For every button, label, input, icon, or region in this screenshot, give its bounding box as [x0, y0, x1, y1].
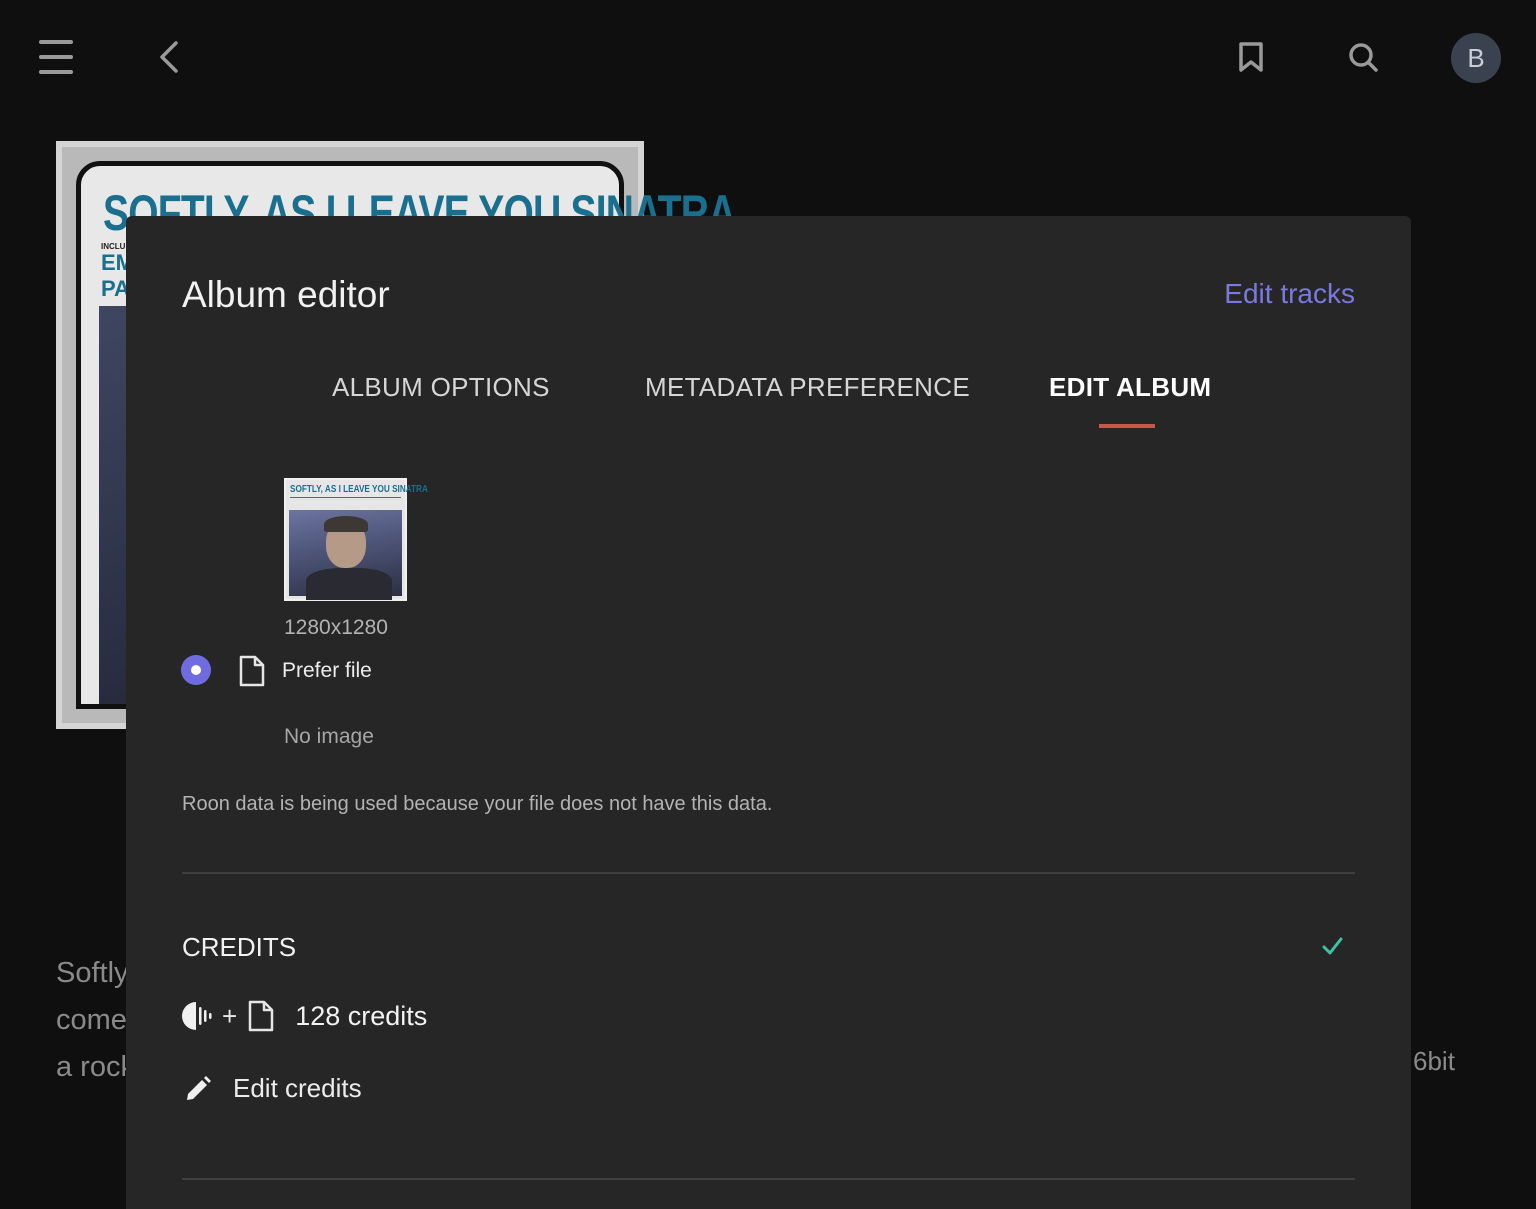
album-description-line: Softly [56, 957, 129, 989]
tab-album-options[interactable]: ALBUM OPTIONS [332, 372, 550, 403]
dialog-title: Album editor [182, 274, 390, 315]
section-divider [182, 872, 1355, 874]
file-icon [238, 654, 266, 688]
plus-sign: + [222, 1000, 238, 1031]
back-arrow-icon[interactable] [152, 38, 186, 76]
menu-icon[interactable] [38, 40, 74, 74]
credits-count: 128 credits [295, 1000, 428, 1031]
thumbnail-title: SOFTLY, AS I LEAVE YOU SINATRA [290, 484, 428, 495]
top-bar: B [0, 0, 1536, 115]
prefer-file-label[interactable]: Prefer file [282, 659, 372, 683]
roon-icon [182, 1000, 214, 1032]
album-description-line: a rock [56, 1051, 135, 1083]
tab-edit-album[interactable]: EDIT ALBUM [1049, 372, 1211, 403]
section-divider [182, 1178, 1355, 1180]
checkmark-icon [1321, 935, 1343, 957]
tab-metadata-preference[interactable]: METADATA PREFERENCE [645, 372, 970, 403]
file-icon [247, 999, 275, 1033]
search-icon[interactable] [1344, 38, 1382, 76]
album-art-thumbnail[interactable]: SOFTLY, AS I LEAVE YOU SINATRA [284, 478, 428, 601]
edit-credits-button[interactable]: Edit credits [182, 1068, 362, 1108]
bookmark-icon[interactable] [1234, 38, 1268, 76]
edit-credits-label: Edit credits [233, 1072, 362, 1103]
image-resolution: 1280x1280 [284, 616, 388, 639]
image-source-note: Roon data is being used because your fil… [182, 793, 773, 815]
no-image-option[interactable]: No image [284, 725, 374, 749]
active-tab-indicator [1099, 424, 1155, 428]
app-page: B SOFTLY, AS I LEAVE YOU SINATRA INCLUDI… [0, 0, 1536, 1209]
credits-summary: + 128 credits [182, 996, 427, 1036]
edit-tracks-link[interactable]: Edit tracks [1224, 278, 1355, 310]
editor-tabs: ALBUM OPTIONS METADATA PREFERENCE EDIT A… [126, 372, 1411, 432]
credits-heading: CREDITS [182, 932, 297, 962]
album-editor-dialog: Album editor Edit tracks ALBUM OPTIONS M… [126, 216, 1411, 1209]
prefer-file-radio[interactable] [181, 655, 211, 685]
format-info-fragment: 6bit [1413, 1046, 1455, 1076]
user-avatar[interactable]: B [1451, 33, 1501, 83]
pencil-icon [182, 1072, 214, 1104]
album-description-line: come [56, 1004, 127, 1036]
